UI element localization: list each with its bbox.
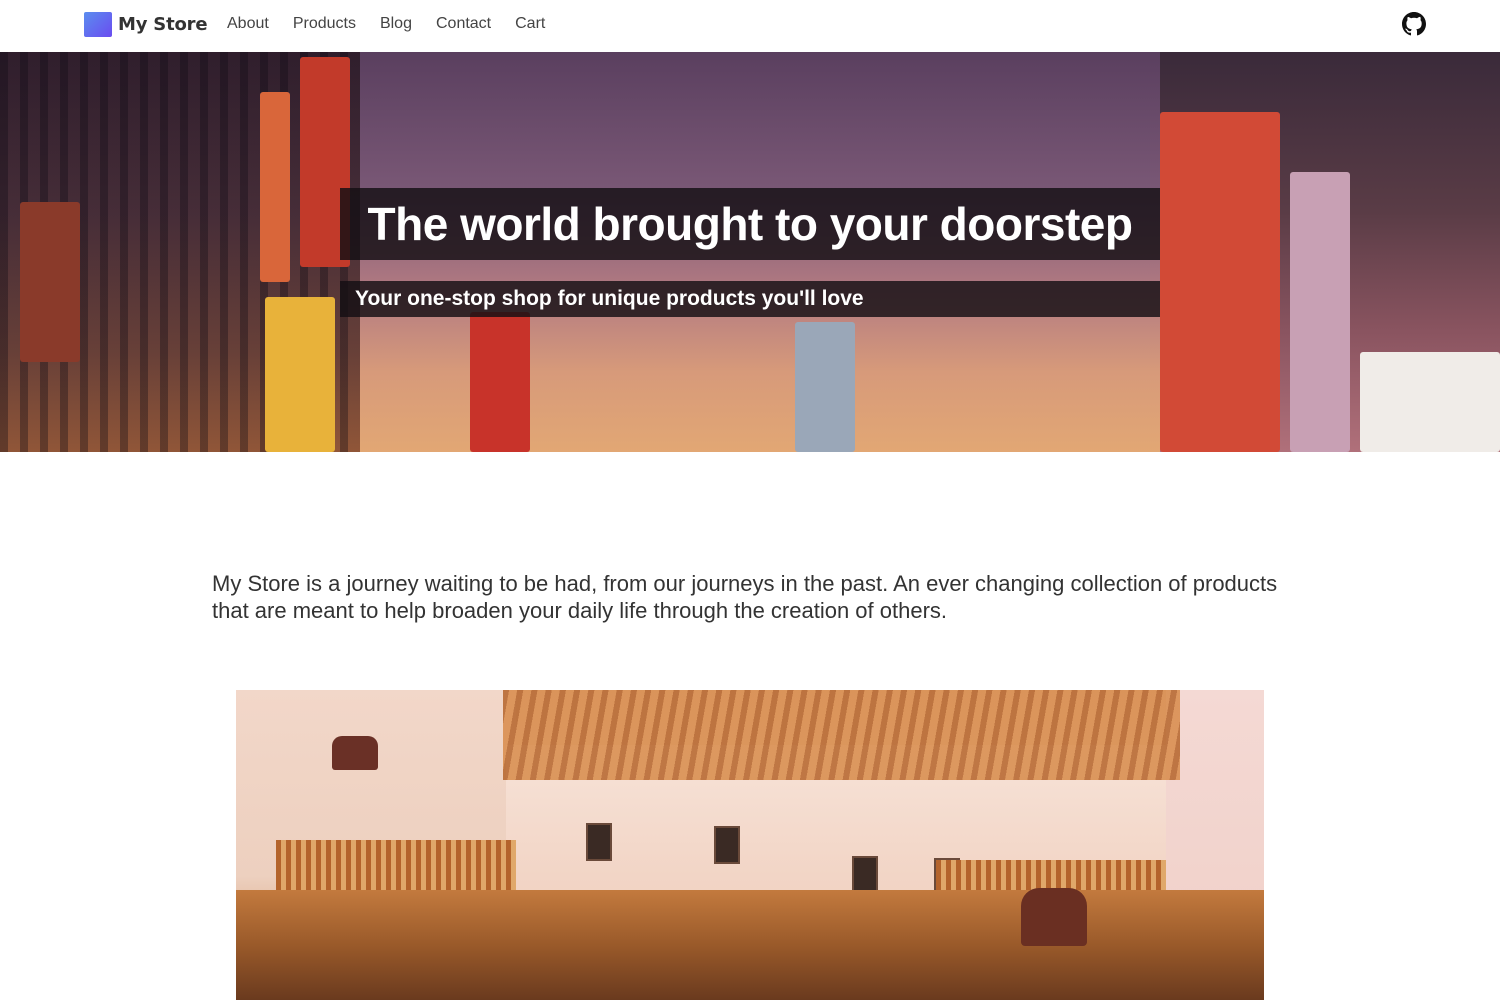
github-icon[interactable] [1402,12,1426,36]
nav-link-about[interactable]: About [227,14,269,34]
top-navbar: My Store About Products Blog Contact Car… [0,0,1500,52]
main-nav: About Products Blog Contact Cart [227,14,569,34]
intro-paragraph: My Store is a journey waiting to be had,… [212,571,1278,623]
building-silhouette [795,322,855,452]
photo-window [714,826,740,864]
photo-window [586,823,612,861]
photo-awning [276,840,516,890]
hero-subtitle: Your one-stop shop for unique products y… [355,287,864,310]
neon-sign [1290,172,1350,452]
brand-link[interactable]: My Store [84,12,208,37]
neon-sign [1360,352,1500,452]
nav-link-cart[interactable]: Cart [515,14,545,34]
photo-window [852,856,878,894]
nav-link-contact[interactable]: Contact [436,14,491,34]
hero-street-right [1160,52,1500,452]
market-photo [236,690,1264,1000]
neon-sign [260,92,290,282]
neon-sign [20,202,80,362]
nav-link-products[interactable]: Products [293,14,356,34]
photo-roof [503,690,1180,780]
nav-link-blog[interactable]: Blog [380,14,412,34]
hero-title: The world brought to your doorstep [367,198,1133,250]
hero-title-box: The world brought to your doorstep [340,188,1160,260]
hero-banner: The world brought to your doorstep Your … [0,52,1500,452]
store-logo-icon [84,12,112,37]
photo-shop-sign [1021,888,1087,946]
brand-name: My Store [118,14,208,35]
photo-market-goods [236,890,1264,1000]
neon-sign [265,297,335,452]
hero-street-left [0,52,360,452]
neon-sign [1160,112,1280,452]
photo-shop-sign [332,736,378,770]
hero-subtitle-box: Your one-stop shop for unique products y… [340,281,1160,317]
neon-sign [470,312,530,452]
